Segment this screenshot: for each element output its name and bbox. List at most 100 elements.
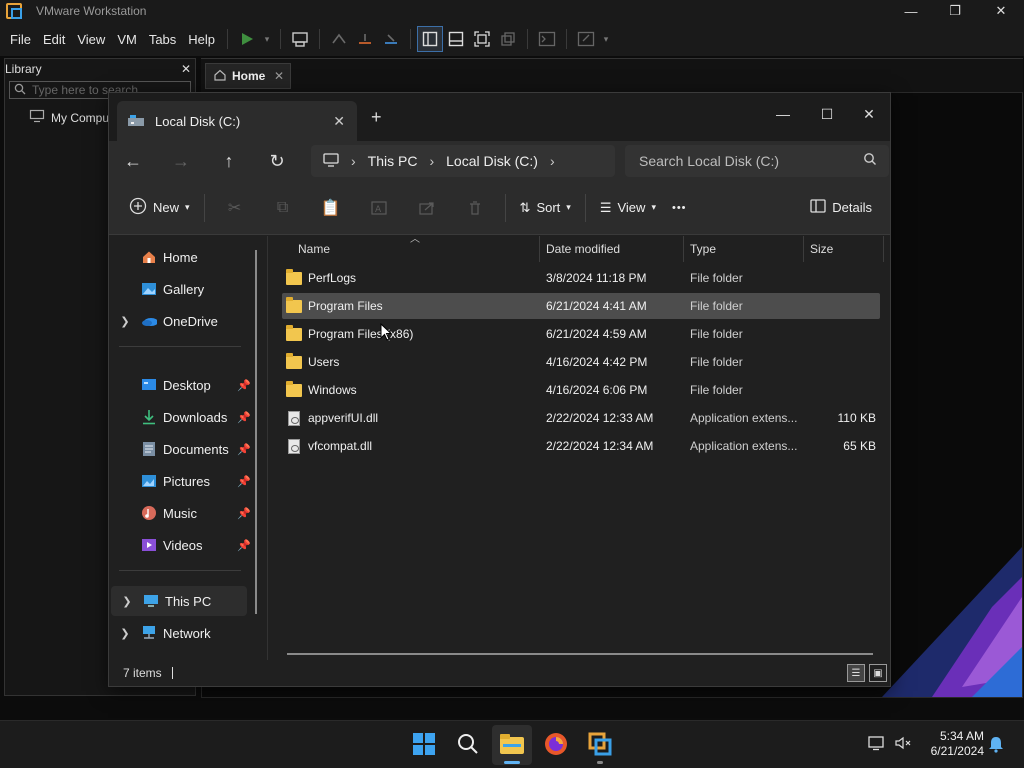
file-size	[802, 321, 876, 347]
breadcrumb[interactable]: › This PC › Local Disk (C:) ›	[311, 145, 615, 177]
tab-home[interactable]: Home ✕	[205, 63, 291, 89]
explorer-minimize-button[interactable]: —	[761, 99, 805, 129]
snapshot-revert-icon[interactable]	[352, 26, 378, 52]
volume-muted-icon[interactable]	[894, 735, 912, 754]
cut-icon[interactable]: ✂	[211, 192, 259, 224]
list-item[interactable]: Program Files (x86) 6/21/2024 4:59 AM Fi…	[282, 321, 880, 347]
chevron-right-icon[interactable]: ❯	[109, 315, 141, 328]
column-date-modified[interactable]: Date modified	[540, 236, 684, 262]
explorer-maximize-button[interactable]: ☐	[805, 99, 849, 129]
rename-icon[interactable]: A	[355, 192, 403, 224]
list-item[interactable]: PerfLogs 3/8/2024 11:18 PM File folder	[282, 265, 880, 291]
large-icons-view-icon[interactable]: ▣	[869, 664, 887, 682]
menu-file[interactable]: File	[4, 32, 37, 47]
snapshot-manager-icon[interactable]	[378, 26, 404, 52]
power-dropdown-icon[interactable]: ▾	[260, 26, 274, 52]
unity-icon[interactable]	[495, 26, 521, 52]
new-tab-button[interactable]: +	[371, 107, 382, 128]
show-library-icon[interactable]	[417, 26, 444, 52]
nav-pane-scrollbar[interactable]	[255, 250, 257, 614]
paste-icon[interactable]: 📋	[307, 192, 355, 224]
vmware-restore-button[interactable]: ❐	[932, 0, 978, 22]
vmware-close-button[interactable]: ✕	[978, 0, 1024, 22]
pin-icon[interactable]: 📌	[237, 411, 251, 424]
list-item[interactable]: vfcompat.dll 2/22/2024 12:34 AM Applicat…	[282, 433, 880, 459]
menu-tabs[interactable]: Tabs	[143, 32, 182, 47]
taskbar-file-explorer[interactable]	[492, 725, 532, 765]
sort-button[interactable]: ⇅ Sort ▾	[512, 192, 579, 224]
nav-gallery[interactable]: Gallery	[109, 274, 259, 304]
taskbar-search-button[interactable]	[448, 725, 488, 765]
explorer-search-input[interactable]: Search Local Disk (C:)	[625, 145, 889, 177]
column-name[interactable]: Name	[292, 236, 540, 262]
details-view-icon[interactable]: ☰	[847, 664, 865, 682]
pin-icon[interactable]: 📌	[237, 539, 251, 552]
list-item[interactable]: Windows 4/16/2024 6:06 PM File folder	[282, 377, 880, 403]
nav-desktop[interactable]: Desktop 📌	[109, 370, 259, 400]
view-button[interactable]: ☰ View ▾	[592, 192, 664, 224]
list-item[interactable]: appverifUI.dll 2/22/2024 12:33 AM Applic…	[282, 405, 880, 431]
nav-music[interactable]: Music 📌	[109, 498, 259, 528]
thumbnail-bar-icon[interactable]	[443, 26, 469, 52]
nav-onedrive[interactable]: ❯ OneDrive	[109, 306, 259, 336]
menu-edit[interactable]: Edit	[37, 32, 71, 47]
chevron-right-icon[interactable]: ❯	[109, 627, 141, 640]
send-keys-icon[interactable]	[287, 26, 313, 52]
explorer-close-button[interactable]: ✕	[847, 99, 891, 129]
full-screen-icon[interactable]	[469, 26, 495, 52]
library-close-icon[interactable]: ✕	[181, 62, 191, 76]
nav-pictures[interactable]: Pictures 📌	[109, 466, 259, 496]
new-button[interactable]: New ▾	[121, 192, 198, 224]
pin-icon[interactable]: 📌	[237, 507, 251, 520]
explorer-tab[interactable]: Local Disk (C:) ✕	[117, 101, 357, 141]
menu-help[interactable]: Help	[182, 32, 221, 47]
back-button[interactable]: ←	[109, 141, 157, 181]
start-button[interactable]	[404, 725, 444, 765]
pin-icon[interactable]: 📌	[237, 475, 251, 488]
up-button[interactable]: ↑	[205, 141, 253, 181]
column-size[interactable]: Size	[804, 236, 884, 262]
nav-network[interactable]: ❯ Network	[109, 618, 259, 648]
nav-home[interactable]: Home	[109, 242, 259, 272]
copy-icon[interactable]: ⧉	[259, 192, 307, 224]
delete-icon[interactable]	[451, 192, 499, 224]
list-item-selected[interactable]: Program Files 6/21/2024 4:41 AM File fol…	[282, 293, 880, 319]
share-icon[interactable]	[403, 192, 451, 224]
taskbar-clock[interactable]: 5:34 AM 6/21/2024	[916, 729, 984, 759]
refresh-button[interactable]: ↻	[253, 141, 301, 181]
pin-icon[interactable]: 📌	[237, 379, 251, 392]
notification-bell-icon[interactable]	[988, 735, 1004, 756]
network-tray-icon[interactable]	[868, 735, 886, 754]
taskbar-vmware[interactable]	[580, 725, 620, 765]
file-name: PerfLogs	[308, 271, 357, 285]
snapshot-take-icon[interactable]	[326, 26, 352, 52]
nav-videos-label: Videos	[163, 537, 203, 553]
breadcrumb-local-disk[interactable]: Local Disk (C:)	[446, 153, 538, 169]
explorer-tab-close-icon[interactable]: ✕	[333, 113, 345, 130]
chevron-right-icon[interactable]: ›	[550, 153, 555, 169]
menu-view[interactable]: View	[71, 32, 111, 47]
console-icon[interactable]	[534, 26, 560, 52]
tab-close-icon[interactable]: ✕	[274, 69, 284, 83]
power-on-icon[interactable]	[234, 26, 260, 52]
stretch-icon[interactable]	[573, 26, 599, 52]
menu-vm[interactable]: VM	[111, 32, 143, 47]
horizontal-scrollbar[interactable]	[287, 653, 873, 655]
nav-this-pc[interactable]: ❯ This PC	[111, 586, 247, 616]
pin-icon[interactable]: 📌	[237, 443, 251, 456]
pane-splitter[interactable]	[267, 236, 268, 660]
details-pane-button[interactable]: Details	[802, 192, 880, 224]
chevron-right-icon[interactable]: ❯	[111, 595, 143, 608]
stretch-dropdown-icon[interactable]: ▾	[599, 26, 613, 52]
list-item[interactable]: Users 4/16/2024 4:42 PM File folder	[282, 349, 880, 375]
column-type[interactable]: Type	[684, 236, 804, 262]
more-options-button[interactable]: •••	[664, 192, 695, 224]
forward-button[interactable]: →	[157, 141, 205, 181]
breadcrumb-this-pc[interactable]: This PC	[368, 153, 418, 169]
file-date: 2/22/2024 12:33 AM	[546, 411, 654, 425]
nav-downloads[interactable]: Downloads 📌	[109, 402, 259, 432]
nav-documents[interactable]: Documents 📌	[109, 434, 259, 464]
taskbar-firefox[interactable]	[536, 725, 576, 765]
nav-videos[interactable]: Videos 📌	[109, 530, 259, 560]
vmware-minimize-button[interactable]: —	[888, 0, 934, 22]
